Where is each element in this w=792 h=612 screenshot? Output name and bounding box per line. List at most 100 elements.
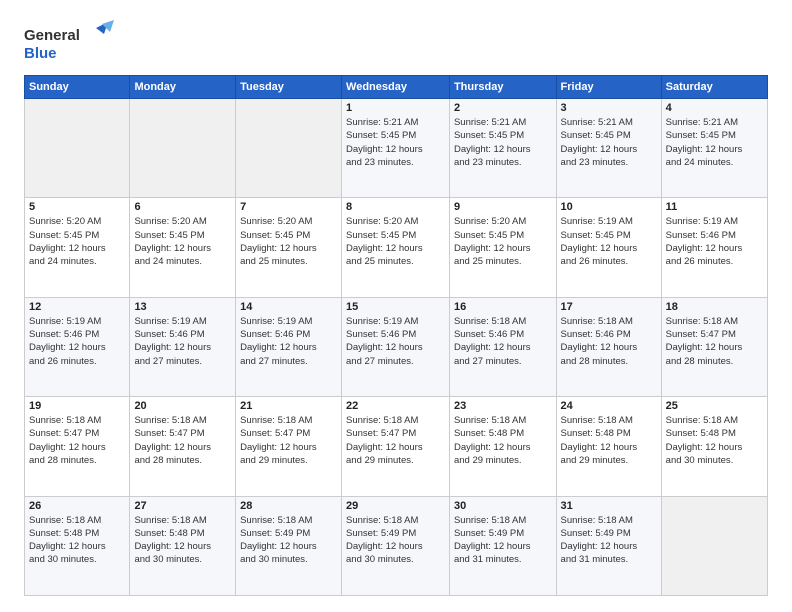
weekday-thursday: Thursday [449,76,556,99]
day-number: 29 [346,500,445,512]
day-info: Sunrise: 5:19 AM Sunset: 5:46 PM Dayligh… [134,315,231,368]
calendar: SundayMondayTuesdayWednesdayThursdayFrid… [24,75,768,596]
day-number: 24 [561,400,657,412]
day-number: 23 [454,400,552,412]
day-number: 5 [29,201,125,213]
day-info: Sunrise: 5:18 AM Sunset: 5:48 PM Dayligh… [454,414,552,467]
day-info: Sunrise: 5:20 AM Sunset: 5:45 PM Dayligh… [240,215,337,268]
calendar-cell: 14 Sunrise: 5:19 AM Sunset: 5:46 PM Dayli… [236,297,342,396]
calendar-cell: 11Sunrise: 5:19 AM Sunset: 5:46 PM Dayli… [661,198,767,297]
day-number: 2 [454,102,552,114]
day-info: Sunrise: 5:18 AM Sunset: 5:47 PM Dayligh… [29,414,125,467]
calendar-body: 1 Sunrise: 5:21 AM Sunset: 5:45 PM Daylig… [25,99,768,596]
day-info: Sunrise: 5:18 AM Sunset: 5:46 PM Dayligh… [454,315,552,368]
calendar-cell: 6Sunrise: 5:20 AM Sunset: 5:45 PM Daylig… [130,198,236,297]
page: General Blue SundayMondayTuesdayWednesda… [0,0,792,612]
day-number: 12 [29,301,125,313]
day-number: 31 [561,500,657,512]
calendar-cell: 22 Sunrise: 5:18 AM Sunset: 5:47 PM Dayli… [342,397,450,496]
day-number: 1 [346,102,445,114]
day-info: Sunrise: 5:18 AM Sunset: 5:47 PM Dayligh… [240,414,337,467]
day-info: Sunrise: 5:18 AM Sunset: 5:49 PM Dayligh… [240,514,337,567]
day-info: Sunrise: 5:19 AM Sunset: 5:46 PM Dayligh… [29,315,125,368]
calendar-cell: 1 Sunrise: 5:21 AM Sunset: 5:45 PM Daylig… [342,99,450,198]
day-number: 11 [666,201,763,213]
calendar-cell: 30 Sunrise: 5:18 AM Sunset: 5:49 PM Dayli… [449,496,556,595]
calendar-cell: 5 Sunrise: 5:20 AM Sunset: 5:45 PM Daylig… [25,198,130,297]
day-number: 25 [666,400,763,412]
calendar-cell: 13 Sunrise: 5:19 AM Sunset: 5:46 PM Dayli… [130,297,236,396]
calendar-cell [130,99,236,198]
calendar-cell: 18Sunrise: 5:18 AM Sunset: 5:47 PM Dayli… [661,297,767,396]
day-number: 8 [346,201,445,213]
calendar-cell: 10Sunrise: 5:19 AM Sunset: 5:45 PM Dayli… [556,198,661,297]
day-number: 9 [454,201,552,213]
logo: General Blue [24,20,114,65]
day-info: Sunrise: 5:18 AM Sunset: 5:49 PM Dayligh… [346,514,445,567]
weekday-saturday: Saturday [661,76,767,99]
calendar-cell: 7 Sunrise: 5:20 AM Sunset: 5:45 PM Daylig… [236,198,342,297]
day-number: 6 [134,201,231,213]
calendar-cell: 9 Sunrise: 5:20 AM Sunset: 5:45 PM Daylig… [449,198,556,297]
calendar-cell: 23 Sunrise: 5:18 AM Sunset: 5:48 PM Dayli… [449,397,556,496]
day-number: 13 [134,301,231,313]
calendar-cell: 19 Sunrise: 5:18 AM Sunset: 5:47 PM Dayli… [25,397,130,496]
calendar-cell [661,496,767,595]
day-number: 16 [454,301,552,313]
week-row-3: 12 Sunrise: 5:19 AM Sunset: 5:46 PM Dayli… [25,297,768,396]
week-row-2: 5 Sunrise: 5:20 AM Sunset: 5:45 PM Daylig… [25,198,768,297]
day-info: Sunrise: 5:18 AM Sunset: 5:48 PM Dayligh… [561,414,657,467]
day-info: Sunrise: 5:21 AM Sunset: 5:45 PM Dayligh… [346,116,445,169]
calendar-cell: 4Sunrise: 5:21 AM Sunset: 5:45 PM Daylig… [661,99,767,198]
day-number: 3 [561,102,657,114]
svg-text:Blue: Blue [24,45,57,62]
day-number: 17 [561,301,657,313]
day-number: 14 [240,301,337,313]
day-info: Sunrise: 5:21 AM Sunset: 5:45 PM Dayligh… [561,116,657,169]
day-number: 26 [29,500,125,512]
calendar-cell [236,99,342,198]
day-info: Sunrise: 5:21 AM Sunset: 5:45 PM Dayligh… [454,116,552,169]
calendar-cell: 3 Sunrise: 5:21 AM Sunset: 5:45 PM Daylig… [556,99,661,198]
day-info: Sunrise: 5:19 AM Sunset: 5:46 PM Dayligh… [346,315,445,368]
day-number: 30 [454,500,552,512]
calendar-cell: 16 Sunrise: 5:18 AM Sunset: 5:46 PM Dayli… [449,297,556,396]
calendar-cell: 20Sunrise: 5:18 AM Sunset: 5:47 PM Dayli… [130,397,236,496]
day-info: Sunrise: 5:18 AM Sunset: 5:49 PM Dayligh… [454,514,552,567]
day-number: 21 [240,400,337,412]
week-row-1: 1 Sunrise: 5:21 AM Sunset: 5:45 PM Daylig… [25,99,768,198]
svg-text:General: General [24,27,80,44]
calendar-cell: 12 Sunrise: 5:19 AM Sunset: 5:46 PM Dayli… [25,297,130,396]
day-info: Sunrise: 5:20 AM Sunset: 5:45 PM Dayligh… [29,215,125,268]
weekday-friday: Friday [556,76,661,99]
day-number: 22 [346,400,445,412]
week-row-5: 26 Sunrise: 5:18 AM Sunset: 5:48 PM Dayli… [25,496,768,595]
weekday-tuesday: Tuesday [236,76,342,99]
day-number: 27 [134,500,231,512]
day-number: 7 [240,201,337,213]
day-info: Sunrise: 5:18 AM Sunset: 5:47 PM Dayligh… [346,414,445,467]
day-info: Sunrise: 5:19 AM Sunset: 5:46 PM Dayligh… [240,315,337,368]
day-number: 19 [29,400,125,412]
calendar-cell: 21 Sunrise: 5:18 AM Sunset: 5:47 PM Dayli… [236,397,342,496]
day-info: Sunrise: 5:18 AM Sunset: 5:48 PM Dayligh… [29,514,125,567]
day-info: Sunrise: 5:18 AM Sunset: 5:48 PM Dayligh… [666,414,763,467]
calendar-cell: 29 Sunrise: 5:18 AM Sunset: 5:49 PM Dayli… [342,496,450,595]
calendar-cell: 25 Sunrise: 5:18 AM Sunset: 5:48 PM Dayli… [661,397,767,496]
calendar-cell: 2 Sunrise: 5:21 AM Sunset: 5:45 PM Daylig… [449,99,556,198]
day-info: Sunrise: 5:18 AM Sunset: 5:46 PM Dayligh… [561,315,657,368]
calendar-cell: 28 Sunrise: 5:18 AM Sunset: 5:49 PM Dayli… [236,496,342,595]
calendar-cell: 8Sunrise: 5:20 AM Sunset: 5:45 PM Daylig… [342,198,450,297]
day-number: 28 [240,500,337,512]
day-info: Sunrise: 5:18 AM Sunset: 5:48 PM Dayligh… [134,514,231,567]
weekday-monday: Monday [130,76,236,99]
weekday-wednesday: Wednesday [342,76,450,99]
day-info: Sunrise: 5:18 AM Sunset: 5:49 PM Dayligh… [561,514,657,567]
day-info: Sunrise: 5:20 AM Sunset: 5:45 PM Dayligh… [454,215,552,268]
weekday-sunday: Sunday [25,76,130,99]
day-info: Sunrise: 5:18 AM Sunset: 5:47 PM Dayligh… [666,315,763,368]
day-info: Sunrise: 5:18 AM Sunset: 5:47 PM Dayligh… [134,414,231,467]
day-info: Sunrise: 5:21 AM Sunset: 5:45 PM Dayligh… [666,116,763,169]
day-number: 10 [561,201,657,213]
logo-icon: General Blue [24,20,114,65]
